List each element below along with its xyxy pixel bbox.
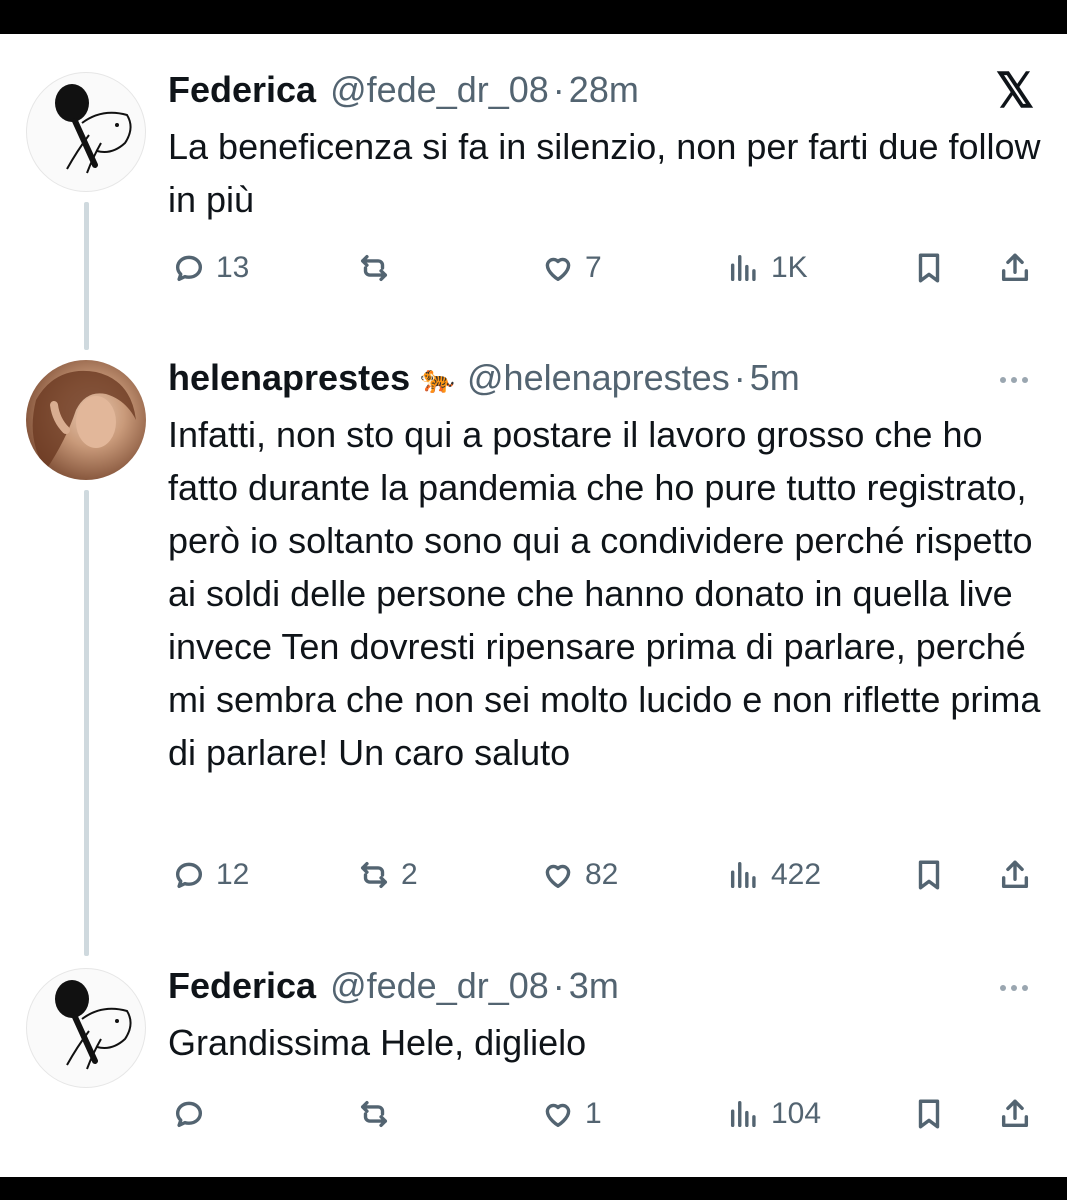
more-options-button[interactable]	[1000, 978, 1040, 998]
repost-icon	[360, 254, 388, 282]
reply-button[interactable]: 12	[172, 855, 249, 895]
like-button[interactable]: 82	[541, 855, 618, 895]
share-button[interactable]	[998, 855, 1032, 895]
like-button[interactable]: 7	[541, 248, 602, 288]
views-button[interactable]: 1K	[727, 248, 808, 288]
avatar[interactable]	[26, 72, 146, 192]
tweet-header: Federica @fede_dr_08 · 3m	[168, 964, 619, 1008]
share-icon	[1001, 253, 1029, 282]
repost-icon	[360, 861, 388, 889]
bookmark-button[interactable]	[912, 248, 946, 288]
reply-icon	[175, 862, 203, 889]
more-options-button[interactable]	[1000, 370, 1040, 390]
thread-connector	[84, 202, 89, 350]
reply-icon	[175, 255, 203, 282]
reply-icon	[175, 1101, 203, 1128]
heart-icon	[545, 1103, 571, 1128]
views-icon	[730, 254, 756, 282]
heart-icon	[545, 257, 571, 282]
share-button[interactable]	[998, 248, 1032, 288]
repost-button[interactable]: 2	[357, 855, 418, 895]
tweet-text: Infatti, non sto qui a postare il lavoro…	[168, 414, 1041, 773]
views-button[interactable]: 422	[727, 855, 821, 895]
tweet-text: Grandissima Hele, diglielo	[168, 1022, 587, 1063]
separator-dot: ·	[552, 965, 565, 1006]
avatar-drawing	[55, 84, 132, 174]
more-icon	[1022, 985, 1028, 991]
user-handle[interactable]: @helenaprestes	[467, 357, 730, 399]
reply-count: 13	[216, 251, 250, 284]
avatar[interactable]	[26, 360, 146, 480]
views-icon	[730, 861, 756, 889]
x-logo-icon: 𝕏	[995, 65, 1035, 118]
avatar-photo-image	[32, 370, 136, 470]
like-count: 82	[585, 858, 619, 891]
avatar-drawing	[55, 980, 132, 1070]
thread-connector	[84, 490, 89, 956]
bookmark-icon	[918, 860, 940, 890]
repost-button[interactable]	[357, 1094, 401, 1134]
timestamp[interactable]: 3m	[569, 965, 619, 1007]
share-icon	[1001, 860, 1029, 889]
repost-icon	[360, 1100, 388, 1128]
user-handle[interactable]: @fede_dr_08	[330, 69, 549, 111]
more-icon	[1000, 377, 1006, 383]
views-count: 422	[771, 858, 822, 891]
more-icon	[1011, 985, 1017, 991]
share-icon	[1001, 1099, 1029, 1128]
views-count: 1K	[771, 251, 808, 284]
avatar[interactable]	[26, 968, 146, 1088]
reply-button[interactable]	[172, 1094, 216, 1134]
more-icon	[1011, 377, 1017, 383]
separator-dot: ·	[733, 357, 746, 398]
display-name[interactable]: Federica	[168, 69, 316, 111]
heart-icon	[545, 864, 571, 889]
bottom-black-bar	[0, 1177, 1067, 1200]
display-name[interactable]: helenaprestes	[168, 357, 410, 399]
reply-button[interactable]: 13	[172, 248, 249, 288]
like-count: 1	[585, 1097, 602, 1130]
more-icon	[1000, 985, 1006, 991]
bookmark-icon	[918, 253, 940, 283]
repost-count: 2	[401, 858, 418, 891]
bookmark-button[interactable]	[912, 1094, 946, 1134]
more-icon	[1022, 377, 1028, 383]
reply-count: 12	[216, 858, 250, 891]
views-icon	[730, 1100, 756, 1128]
timestamp[interactable]: 28m	[569, 69, 639, 111]
timestamp[interactable]: 5m	[750, 357, 800, 399]
thread-page: Federica @fede_dr_08 · 28m 𝕏 La benefice…	[0, 34, 1067, 1177]
tweet-header: Federica @fede_dr_08 · 28m	[168, 68, 639, 112]
share-button[interactable]	[998, 1094, 1032, 1134]
display-name[interactable]: Federica	[168, 965, 316, 1007]
like-button[interactable]: 1	[541, 1094, 602, 1134]
tiger-badge-icon: 🐅	[420, 362, 455, 394]
separator-dot: ·	[552, 69, 565, 110]
bookmark-icon	[918, 1099, 940, 1129]
repost-button[interactable]	[357, 248, 401, 288]
top-black-bar	[0, 0, 1067, 34]
bookmark-button[interactable]	[912, 855, 946, 895]
tweet-header: helenaprestes 🐅 @helenaprestes · 5m	[168, 356, 800, 400]
views-button[interactable]: 104	[727, 1094, 821, 1134]
tweet-text: La beneficenza si fa in silenzio, non pe…	[168, 126, 1041, 220]
views-count: 104	[771, 1097, 822, 1130]
like-count: 7	[585, 251, 602, 284]
user-handle[interactable]: @fede_dr_08	[330, 965, 549, 1007]
